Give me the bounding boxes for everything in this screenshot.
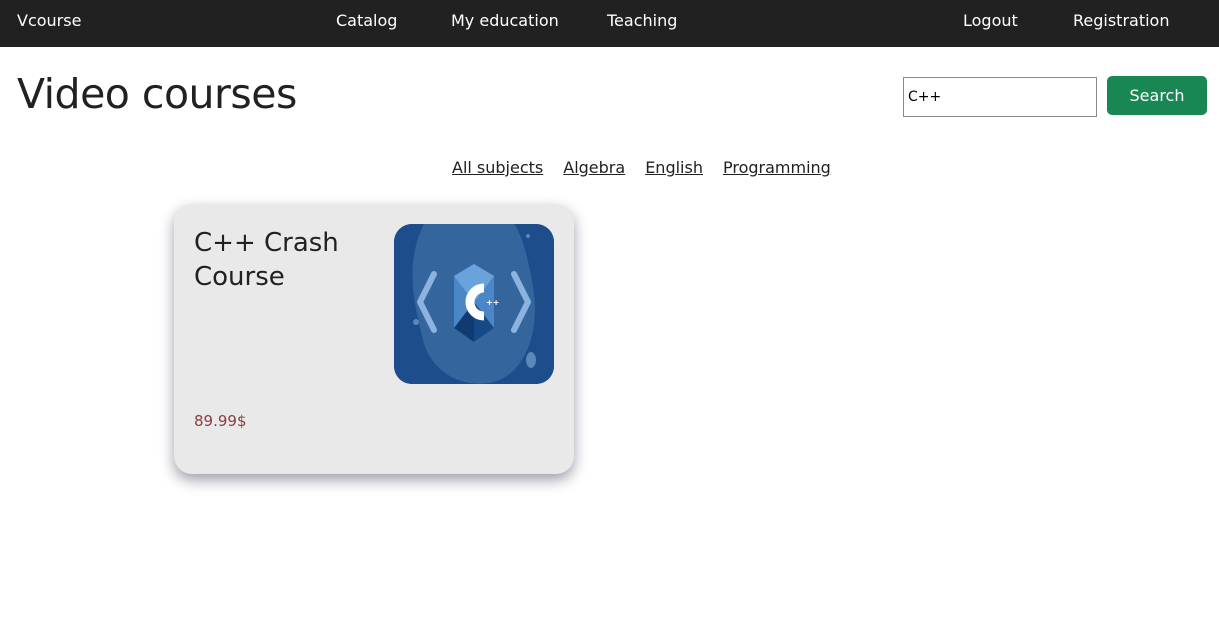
course-card[interactable]: C++ Crash Course ++ 89.99$ [174, 204, 574, 474]
subject-algebra[interactable]: Algebra [563, 158, 625, 180]
svg-text:++: ++ [486, 298, 499, 307]
subject-programming[interactable]: Programming [723, 158, 831, 180]
nav-registration[interactable]: Registration [1073, 0, 1169, 47]
page-title: Video courses [17, 70, 297, 118]
course-title[interactable]: C++ Crash Course [194, 226, 374, 294]
nav-logout[interactable]: Logout [963, 0, 1018, 47]
nav-teaching[interactable]: Teaching [607, 0, 677, 47]
search-input[interactable] [903, 77, 1097, 117]
navbar: Vcourse Catalog My education Teaching Lo… [0, 0, 1219, 47]
nav-my-education[interactable]: My education [451, 0, 559, 47]
search-button[interactable]: Search [1107, 76, 1207, 115]
brand-link[interactable]: Vcourse [17, 0, 81, 47]
subject-all[interactable]: All subjects [452, 158, 543, 180]
subject-filter: All subjects Algebra English Programming [452, 158, 831, 180]
subject-english[interactable]: English [645, 158, 703, 180]
course-price: 89.99$ [194, 412, 247, 430]
cpp-logo-icon: ++ [394, 224, 554, 384]
nav-catalog[interactable]: Catalog [336, 0, 397, 47]
